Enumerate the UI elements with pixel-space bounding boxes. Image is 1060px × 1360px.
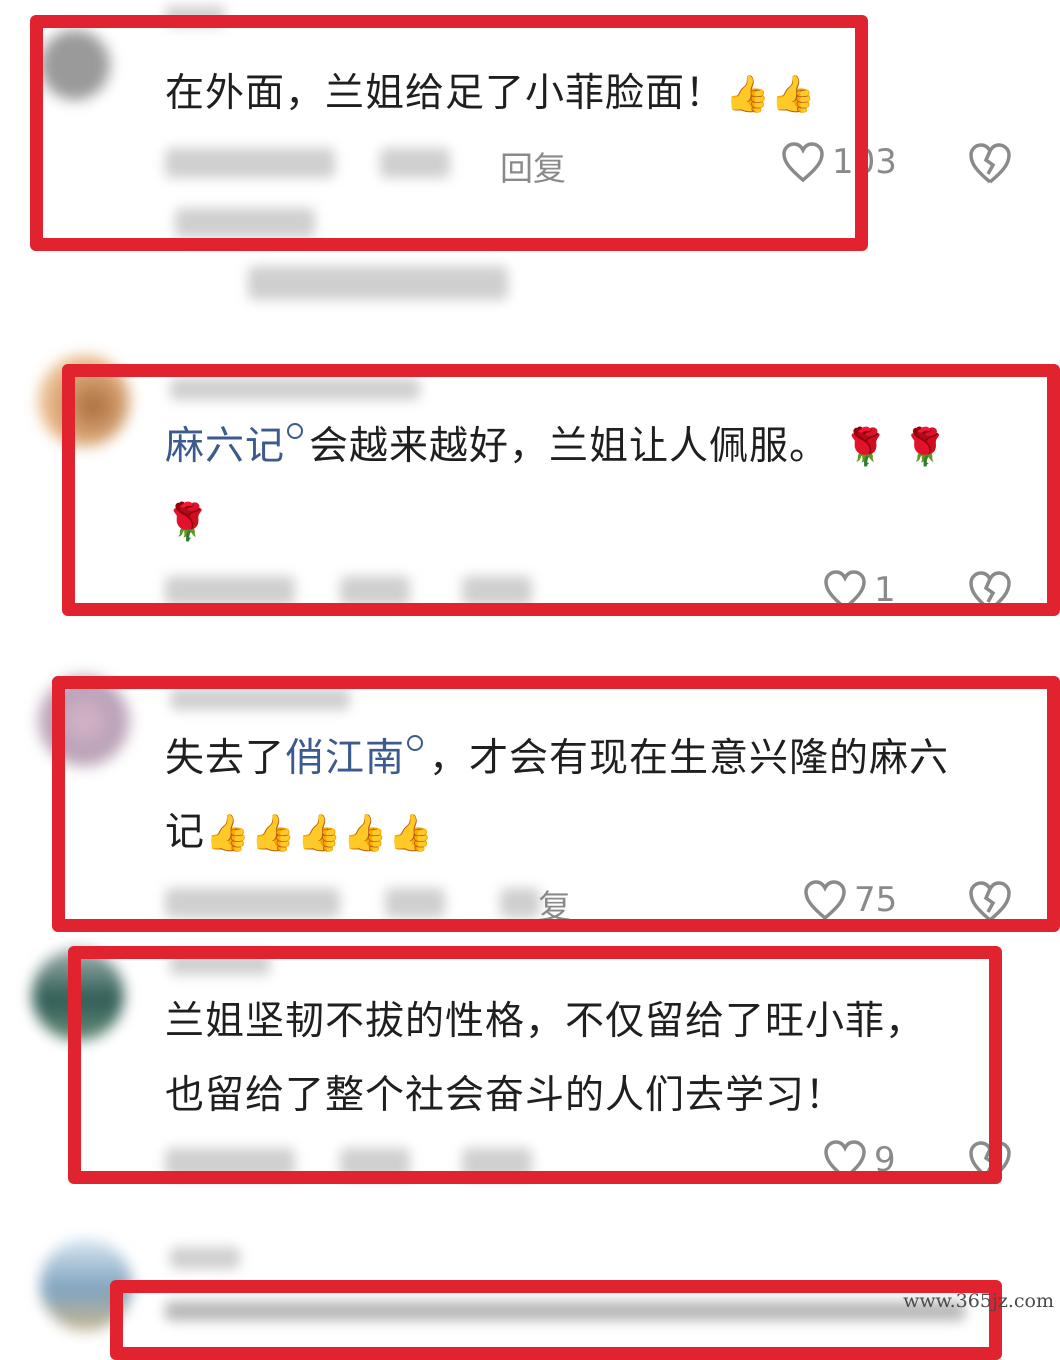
comment-text-line2: 记👍👍👍👍👍: [165, 796, 434, 871]
reply-redacted[interactable]: [462, 576, 532, 606]
mention-link[interactable]: 麻六记: [165, 424, 285, 469]
avatar[interactable]: [38, 675, 130, 767]
avatar[interactable]: [38, 355, 130, 447]
broken-heart-icon[interactable]: [966, 568, 1014, 614]
avatar[interactable]: [40, 30, 110, 100]
comment-body: 兰姐坚韧不拔的性格，不仅留给了旺小菲，: [165, 999, 926, 1044]
comment-text-cutoff: [165, 1301, 965, 1321]
comment-5: [0, 1225, 1060, 1331]
like-button[interactable]: 75: [802, 878, 897, 922]
like-count: 75: [854, 880, 898, 920]
like-count: 9: [874, 1140, 896, 1180]
username-redacted: [170, 953, 270, 975]
comment-body: 失去了: [165, 736, 286, 781]
broken-heart-icon[interactable]: [966, 140, 1014, 186]
thumbs-up-icon: 👍: [725, 74, 771, 115]
timestamp-redacted: [165, 888, 340, 918]
comment-text-line2: 🌹: [165, 485, 211, 560]
thumbs-up-icon: 👍: [250, 813, 297, 854]
comment-body: 也留给了整个社会奋斗的人们去学习！: [165, 1073, 846, 1118]
search-icon: [407, 735, 424, 751]
location-redacted: [340, 1148, 410, 1178]
reply-button[interactable]: 复: [538, 880, 571, 928]
comment-text-line2: 也留给了整个社会奋斗的人们去学习！: [165, 1059, 845, 1133]
reply-redacted[interactable]: [500, 888, 540, 918]
heart-outline-icon: [824, 1140, 866, 1181]
username-redacted: [170, 688, 350, 710]
location-redacted: [340, 576, 410, 606]
comment-body: 在外面，兰姐给足了小菲脸面！: [165, 71, 726, 116]
like-button[interactable]: 1: [822, 568, 896, 612]
like-count: 103: [832, 142, 897, 182]
username-redacted: [165, 6, 225, 26]
username-redacted: [170, 1247, 240, 1269]
watermark: www.365jz.com: [903, 1290, 1054, 1312]
avatar[interactable]: [40, 1239, 132, 1331]
comment-1: 在外面，兰姐给足了小菲脸面！👍👍 回复 103: [0, 0, 1060, 320]
broken-heart-icon[interactable]: [966, 878, 1014, 924]
comment-body: 会越来越好，兰姐让人佩服。: [309, 424, 830, 469]
like-button[interactable]: 9: [822, 1138, 896, 1182]
like-button[interactable]: 103: [780, 140, 897, 184]
timestamp-redacted: [165, 148, 335, 178]
rose-icon: 🌹: [902, 427, 949, 468]
avatar[interactable]: [32, 949, 124, 1041]
comment-text: 麻六记 会越来越好，兰姐让人佩服。 🌹 🌹: [165, 410, 949, 485]
thumbs-up-icon: 👍: [296, 813, 343, 854]
thumbs-up-icon: 👍: [205, 813, 251, 854]
comment-text: 失去了俏江南 ，才会有现在生意兴隆的麻六: [165, 722, 949, 796]
reply-button[interactable]: 回复: [500, 142, 566, 190]
rose-icon: 🌹: [843, 427, 889, 468]
thumbs-up-icon: 👍: [770, 74, 817, 115]
location-redacted: [385, 888, 445, 918]
like-count: 1: [874, 570, 896, 610]
heart-outline-icon: [782, 142, 824, 183]
search-icon: [287, 423, 304, 439]
comment-3: 失去了俏江南 ，才会有现在生意兴隆的麻六 记👍👍👍👍👍 复 75: [0, 660, 1060, 940]
heart-outline-icon: [824, 570, 866, 611]
comment-text: 兰姐坚韧不拔的性格，不仅留给了旺小菲，: [165, 985, 925, 1059]
mention-link[interactable]: 俏江南: [285, 736, 405, 781]
heart-outline-icon: [804, 880, 846, 921]
comment-body: ，才会有现在生意兴隆的麻六: [429, 736, 950, 781]
rose-icon: 🌹: [165, 502, 211, 543]
reply-redacted[interactable]: [462, 1148, 532, 1178]
comment-body: 记: [165, 810, 206, 855]
username-redacted: [170, 378, 420, 400]
broken-heart-icon[interactable]: [966, 1138, 1014, 1184]
thumbs-up-icon: 👍: [342, 813, 389, 854]
thumbs-up-icon: 👍: [388, 813, 435, 854]
location-redacted: [380, 148, 450, 178]
comment-2: 麻六记 会越来越好，兰姐让人佩服。 🌹 🌹 🌹 1: [0, 340, 1060, 640]
comment-4: 兰姐坚韧不拔的性格，不仅留给了旺小菲， 也留给了整个社会奋斗的人们去学习！ 9: [0, 935, 1060, 1195]
comment-text: 在外面，兰姐给足了小菲脸面！👍👍: [165, 57, 817, 132]
expand-replies-redacted[interactable]: [248, 266, 508, 300]
timestamp-redacted: [165, 576, 295, 606]
author-reply-redacted: [175, 208, 315, 238]
timestamp-redacted: [165, 1148, 295, 1178]
